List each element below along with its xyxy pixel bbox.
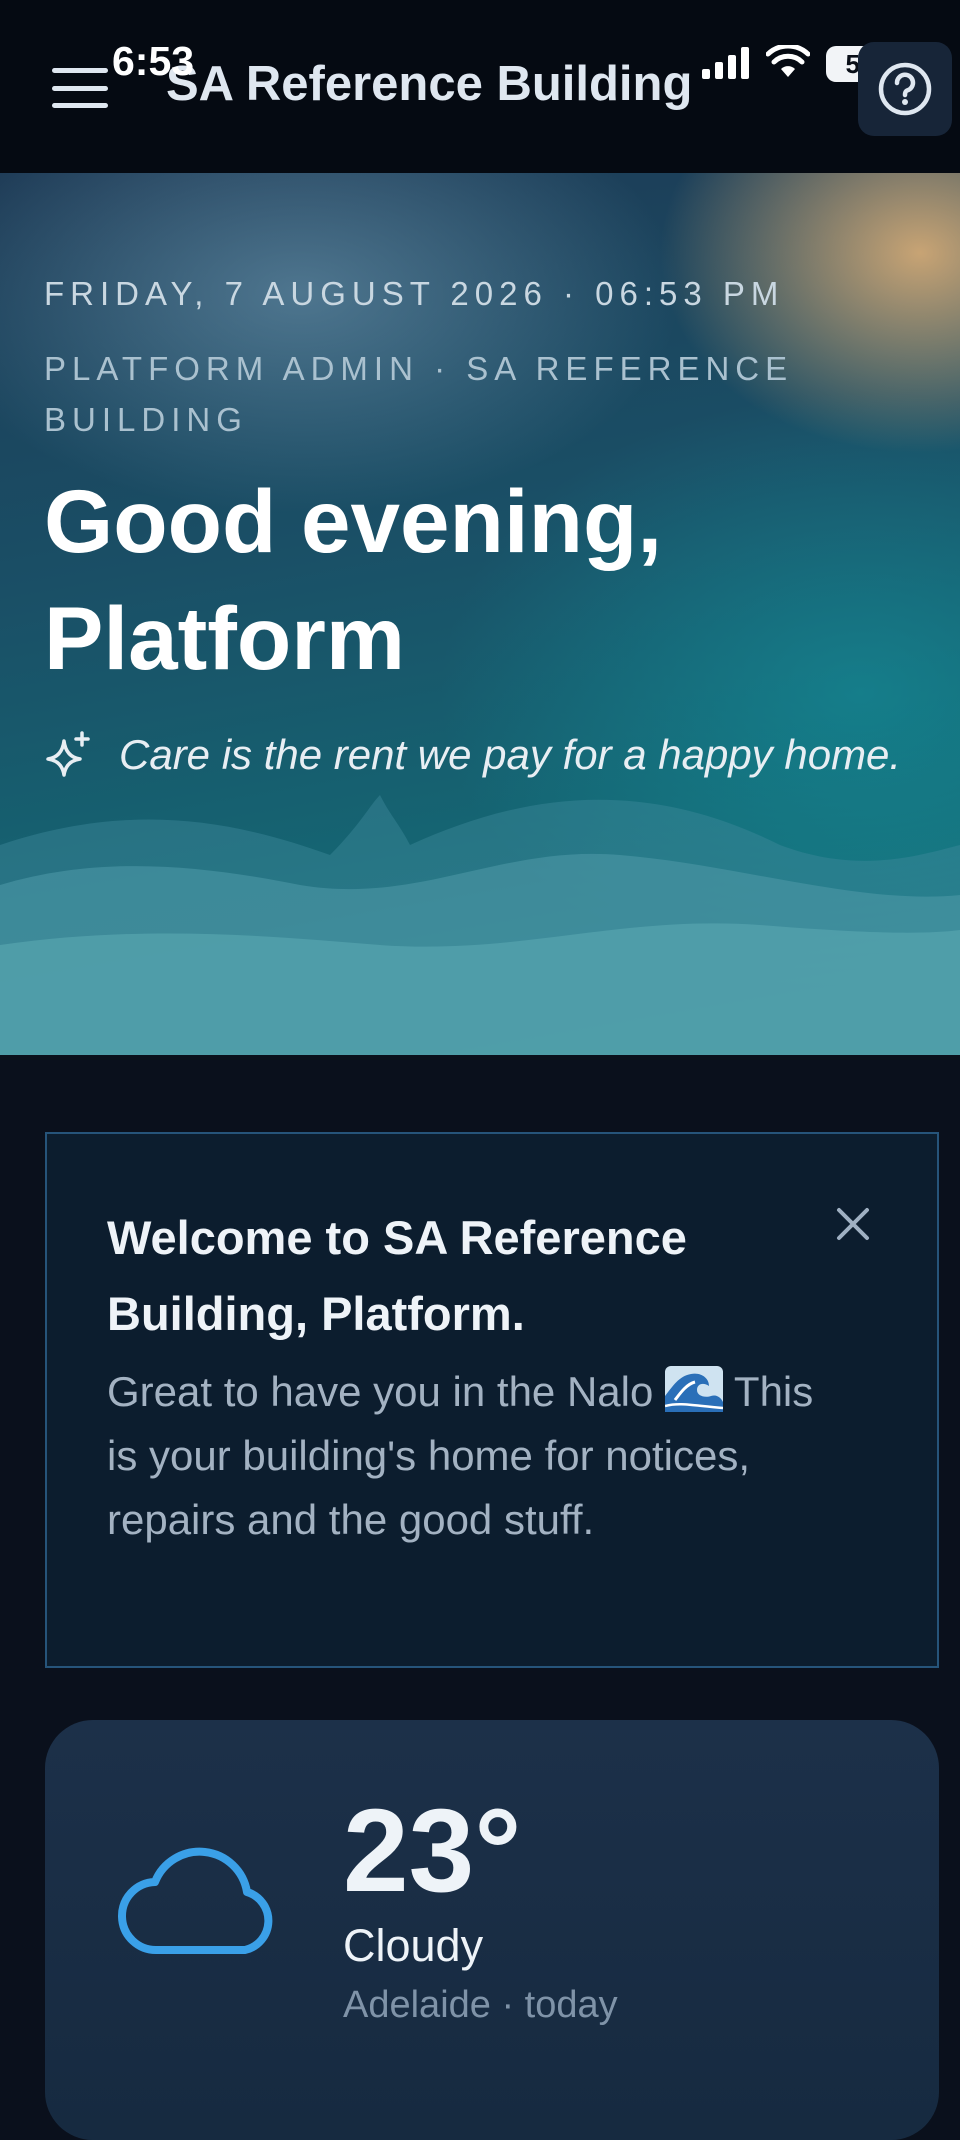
weather-card[interactable]: 23° Cloudy Adelaide · today: [45, 1720, 939, 2140]
sparkle-icon: [46, 731, 90, 777]
cloud-icon: [118, 1847, 273, 1955]
date-time-line: FRIDAY, 7 AUGUST 2026 · 06:53 PM: [44, 275, 785, 312]
close-icon[interactable]: [829, 1200, 877, 1248]
hero-banner: FRIDAY, 7 AUGUST 2026 · 06:53 PM PLATFOR…: [0, 173, 960, 1055]
welcome-body: Great to have you in the Nalo This is yo…: [107, 1360, 827, 1552]
help-button[interactable]: [858, 42, 952, 136]
temperature: 23°: [343, 1785, 522, 1917]
wifi-icon: [766, 45, 810, 77]
wave-emoji-icon: [665, 1366, 723, 1412]
status-bar-time: 6:53: [112, 38, 195, 84]
greeting-heading: Good evening, Platform: [44, 471, 663, 688]
question-circle-icon: [878, 62, 932, 116]
wave-decoration: [0, 795, 960, 1055]
welcome-body-text: Great to have you in the Nalo: [107, 1368, 654, 1415]
hamburger-menu-icon[interactable]: [48, 62, 112, 114]
weather-condition: Cloudy: [343, 1920, 484, 1971]
quote-text: Care is the rent we pay for a happy home…: [119, 731, 902, 778]
welcome-card: Welcome to SA Reference Building, Platfo…: [45, 1132, 939, 1668]
welcome-title: Welcome to SA Reference Building, Platfo…: [107, 1211, 687, 1340]
role-building-line: PLATFORM ADMIN · SA REFERENCE BUILDING: [44, 350, 794, 438]
app-header: SA Reference Building 6:53 57: [0, 0, 960, 173]
app-title: SA Reference Building: [166, 57, 693, 111]
cellular-signal-icon: [702, 47, 749, 79]
weather-location: Adelaide · today: [343, 1984, 618, 2026]
